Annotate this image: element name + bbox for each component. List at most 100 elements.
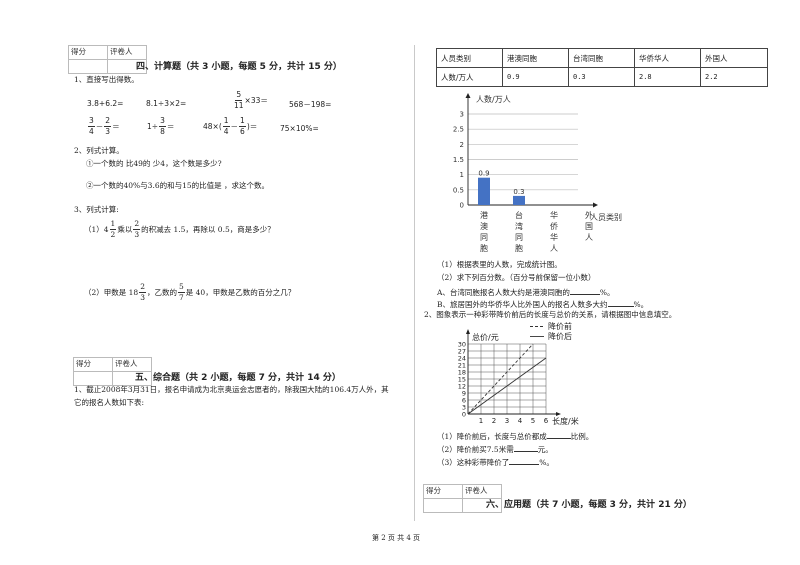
y-tick-label: 6: [462, 397, 466, 405]
s5-subA: A、台湾同胞报名人数大约是港澳同胞的%。: [437, 287, 615, 297]
answer-blank[interactable]: [513, 444, 538, 452]
bar: [513, 195, 525, 205]
x-tick-label: 湾: [515, 221, 523, 231]
x-tick-label: 侨: [550, 221, 558, 231]
answer-blank[interactable]: [607, 299, 634, 307]
y-tick-label: 0.5: [453, 186, 464, 194]
calc-item: 3.8+6.2=: [87, 99, 124, 108]
table-cell: 外国人: [700, 48, 768, 68]
table-row: 人数/万人 0.9 0.3 2.8 2.2: [436, 67, 768, 87]
score-cell[interactable]: [68, 59, 108, 74]
calc-item: 48×( 14 － 16 )＝: [203, 116, 258, 136]
y-tick-label: 0: [462, 411, 466, 419]
table-cell: 0.9: [502, 67, 569, 87]
s5-sub2: （2）求下列百分数。（百分号前保留一位小数）: [437, 273, 596, 282]
calc-item: 75×10%=: [280, 124, 319, 133]
score-label: 得分: [73, 357, 113, 372]
x-axis-title: 人员类别: [590, 212, 622, 222]
y-axis-title: 总价/元: [472, 332, 499, 342]
answer-blank[interactable]: [509, 457, 540, 465]
q1-label: 1、直接写出得数。: [74, 75, 139, 84]
s5-sub1: （1）根据表里的人数，完成统计图。: [437, 260, 562, 269]
x-tick-label: 同: [515, 233, 523, 242]
x-tick-label: 同: [480, 233, 488, 242]
section6-title: 六、应用题（共 7 小题，每题 3 分，共计 21 分）: [486, 500, 692, 510]
x-tick-label: 台: [515, 210, 523, 220]
x-tick-label: 人: [550, 244, 558, 253]
data-label: 0.9: [478, 170, 489, 178]
y-tick-label: 30: [458, 341, 466, 349]
table-cell: 0.3: [568, 67, 635, 87]
calc-item: 8.1÷3×2=: [146, 99, 187, 108]
x-tick-label: 胞: [480, 243, 488, 253]
s5-q2-sub2: （2）降价前买7.5米需 元。: [437, 444, 553, 454]
y-tick-label: 2.5: [453, 126, 464, 134]
y-tick-label: 9: [462, 390, 466, 398]
s5-subB: B、旅居国外的华侨华人比外国人的报名人数多大约%。: [437, 299, 649, 309]
x-tick-label: 4: [518, 417, 523, 425]
grader-label: 评卷人: [107, 45, 147, 60]
s5-q1-line1: 1、截止2008年3月31日，报名申请成为北京奥运会志愿者的，除我国大陆的106…: [74, 385, 389, 394]
y-tick-label: 12: [458, 383, 466, 391]
q3-item1: （1）4 12 乘以 23 的积减去 1.5，再除以 0.5，商是多少？: [84, 219, 275, 239]
bar: [478, 177, 490, 205]
y-tick-label: 24: [458, 355, 466, 363]
x-axis-title: 长度/米: [552, 416, 579, 426]
y-tick-label: 1: [460, 171, 464, 179]
bar-chart: 00.511.522.53人数/万人人员类别0.9港澳同胞0.3台湾同胞华侨华人…: [453, 93, 622, 253]
x-tick-label: 人: [585, 233, 593, 242]
column-divider: [414, 45, 415, 521]
x-tick-label: 3: [505, 417, 509, 425]
x-tick-label: 1: [479, 417, 483, 425]
table-cell: 港澳同胞: [502, 48, 569, 68]
x-tick-label: 华: [550, 210, 558, 220]
score-cell[interactable]: [423, 498, 463, 513]
s5-q2: 2、图象表示一种彩带降价前后的长度与总价的关系，请根据图中信息填空。: [424, 310, 677, 319]
score-cell[interactable]: [73, 371, 113, 386]
score-label: 得分: [68, 45, 108, 60]
s5-q2-sub1: （1）降价前后，长度与总价都成 比例。: [437, 431, 594, 441]
y-tick-label: 3: [460, 111, 464, 119]
page-number: 第 2 页 共 4 页: [372, 534, 421, 542]
y-tick-label: 2: [460, 141, 464, 149]
legend-label: 降价前: [548, 321, 572, 331]
y-tick-label: 0: [460, 202, 464, 210]
x-tick-label: 国: [585, 222, 593, 231]
x-tick-label: 胞: [515, 243, 523, 253]
legend-label: 降价后: [548, 331, 572, 341]
answer-blank[interactable]: [546, 431, 571, 439]
calc-item: 34 － 23 ＝: [88, 116, 120, 136]
q3-item2: （2）甲数是 18 23 ，乙数的 57 是 40，甲数是乙数的百分之几？: [84, 282, 296, 302]
table-cell: 台湾同胞: [568, 48, 635, 68]
table-cell: 2.8: [634, 67, 701, 87]
x-tick-label: 2: [492, 417, 496, 425]
x-tick-label: 华: [550, 232, 558, 242]
section5-title: 五、综合题（共 2 小题，每题 7 分，共计 14 分）: [135, 373, 341, 383]
s5-q1-line2: 它的报名人数如下表:: [74, 398, 145, 407]
x-tick-label: 港: [480, 210, 488, 220]
answer-blank[interactable]: [569, 287, 600, 295]
x-tick-label: 澳: [480, 221, 488, 231]
volunteer-table: 人员类别 港澳同胞 台湾同胞 华侨华人 外国人 人数/万人 0.9 0.3 2.…: [436, 48, 768, 87]
table-header-row: 人员类别 港澳同胞 台湾同胞 华侨华人 外国人: [436, 48, 768, 68]
y-axis-arrow: [465, 93, 471, 98]
table-cell: 华侨华人: [634, 48, 701, 68]
y-tick-label: 18: [458, 369, 466, 377]
q2-item1: ①一个数的 比49的 少4，这个数是多少?: [86, 159, 222, 168]
table-cell: 人数/万人: [436, 67, 503, 87]
x-tick-label: 外: [585, 210, 593, 220]
s5-q2-sub3: （3）这种彩带降价了%。: [437, 457, 554, 467]
y-tick-label: 1.5: [453, 156, 464, 164]
q2-item2: ②一个数的40%与3.6的和与15的比值是 ，求这个数。: [86, 181, 270, 190]
x-axis-arrow: [593, 202, 598, 208]
y-axis-arrow: [466, 329, 470, 334]
y-tick-label: 21: [458, 362, 466, 370]
calc-item: 568－198=: [289, 100, 332, 109]
q3-label: 3、列式计算:: [74, 205, 119, 214]
line-chart: 0369121518212427301 2 3 4 5 6总价/元长度/米降价前降价后: [458, 321, 579, 426]
q2-label: 2、列式计算。: [74, 146, 124, 155]
x-tick-label: 5: [531, 417, 535, 425]
y-tick-label: 15: [458, 376, 466, 384]
calc-item: 1÷ 38 ＝: [147, 116, 175, 136]
fraction: 5 11: [234, 90, 244, 110]
